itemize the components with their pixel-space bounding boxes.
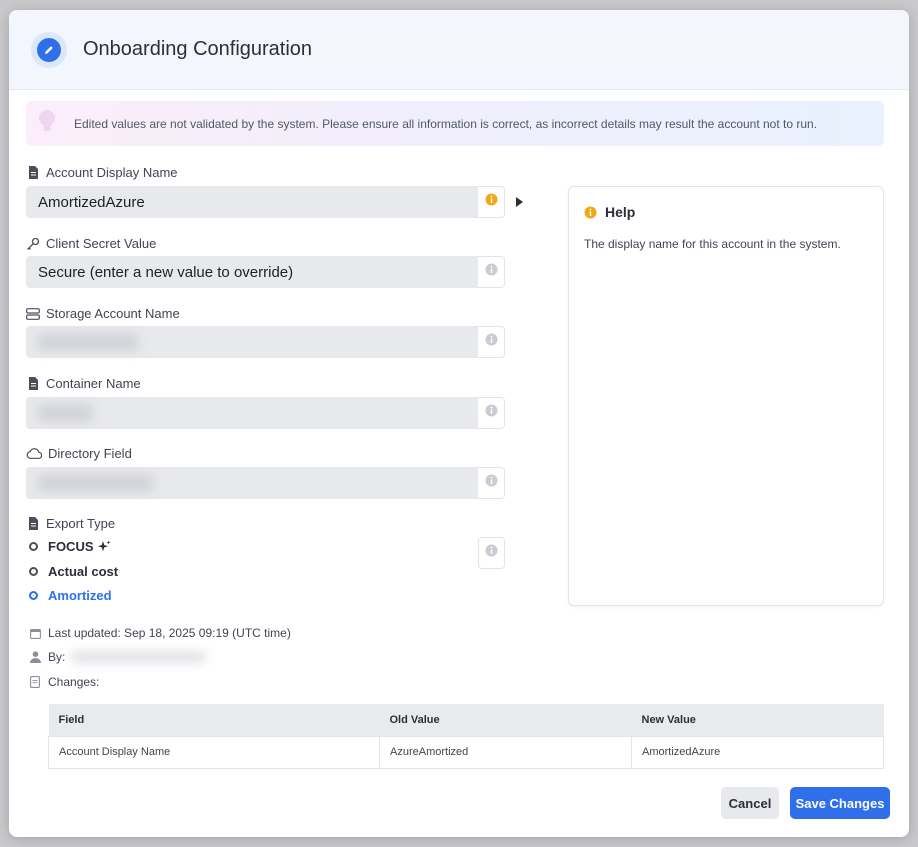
redacted-value xyxy=(38,333,138,351)
redacted-value xyxy=(38,474,153,492)
document-icon xyxy=(26,377,40,391)
column-header: Old Value xyxy=(379,704,632,736)
table-cell: Account Display Name xyxy=(48,735,380,769)
save-changes-button[interactable]: Save Changes xyxy=(790,787,890,819)
onboarding-config-dialog: Onboarding Configuration Edited values a… xyxy=(9,10,909,837)
account-display-name-input[interactable]: AmortizedAzure xyxy=(26,186,478,218)
info-button-storage-account[interactable] xyxy=(478,326,505,358)
column-header: Field xyxy=(48,704,380,736)
sparkle-icon xyxy=(97,540,111,553)
active-field-arrow-icon xyxy=(516,197,523,207)
changes-table: Field Old Value New Value Account Displa… xyxy=(48,704,884,769)
help-title: Help xyxy=(584,204,635,220)
info-icon xyxy=(485,404,498,422)
warning-banner: Edited values are not validated by the s… xyxy=(26,101,884,146)
dialog-header: Onboarding Configuration xyxy=(9,10,909,90)
info-icon xyxy=(485,474,498,492)
info-icon xyxy=(485,263,498,281)
last-updated: Last updated: Sep 18, 2025 09:19 (UTC ti… xyxy=(26,626,291,640)
info-button-display-name[interactable] xyxy=(478,186,505,218)
warning-text: Edited values are not validated by the s… xyxy=(74,116,818,131)
redacted-value xyxy=(38,404,93,422)
table-cell: AzureAmortized xyxy=(379,735,632,769)
pencil-icon xyxy=(37,37,61,62)
info-icon xyxy=(485,193,498,211)
cancel-button[interactable]: Cancel xyxy=(721,787,779,819)
document-outline-icon xyxy=(28,675,42,689)
container-name-input[interactable] xyxy=(26,397,478,429)
label-export-type: Export Type xyxy=(26,516,115,531)
export-option-amortized[interactable]: Amortized xyxy=(29,588,112,603)
column-header: New Value xyxy=(631,704,884,736)
label-account-display-name: Account Display Name xyxy=(26,165,178,180)
document-icon xyxy=(26,517,40,531)
table-row: Account Display Name AzureAmortized Amor… xyxy=(48,735,884,769)
redacted-user xyxy=(71,651,207,663)
storage-icon xyxy=(26,307,40,321)
user-icon xyxy=(28,650,42,664)
cloud-icon xyxy=(26,447,42,461)
directory-field-input[interactable] xyxy=(26,467,478,499)
radio-button-selected[interactable] xyxy=(29,591,38,600)
storage-account-input[interactable] xyxy=(26,326,478,358)
info-button-client-secret[interactable] xyxy=(478,256,505,288)
info-button-container-name[interactable] xyxy=(478,397,505,429)
info-icon xyxy=(485,544,498,562)
calendar-icon xyxy=(28,626,42,640)
radio-button[interactable] xyxy=(29,567,38,576)
changes-label: Changes: xyxy=(26,675,99,689)
lightbulb-icon xyxy=(36,108,58,139)
header-icon-badge xyxy=(31,31,67,68)
client-secret-input[interactable]: Secure (enter a new value to override) xyxy=(26,256,478,288)
info-icon xyxy=(584,206,597,219)
help-text: The display name for this account in the… xyxy=(584,237,841,251)
dialog-title: Onboarding Configuration xyxy=(83,38,313,60)
label-container-name: Container Name xyxy=(26,376,141,391)
export-option-actual-cost[interactable]: Actual cost xyxy=(29,564,118,579)
table-header-row: Field Old Value New Value xyxy=(48,704,884,736)
help-panel: Help The display name for this account i… xyxy=(568,186,884,606)
label-client-secret: Client Secret Value xyxy=(26,236,156,251)
info-icon xyxy=(485,333,498,351)
info-button-export-type[interactable] xyxy=(478,537,505,569)
export-option-focus[interactable]: FOCUS xyxy=(29,539,111,554)
label-storage-account: Storage Account Name xyxy=(26,306,180,321)
info-button-directory-field[interactable] xyxy=(478,467,505,499)
label-directory-field: Directory Field xyxy=(26,446,132,461)
key-icon xyxy=(26,237,40,251)
document-icon xyxy=(26,166,40,180)
radio-button[interactable] xyxy=(29,542,38,551)
table-cell: AmortizedAzure xyxy=(631,735,884,769)
updated-by: By: xyxy=(26,650,207,664)
